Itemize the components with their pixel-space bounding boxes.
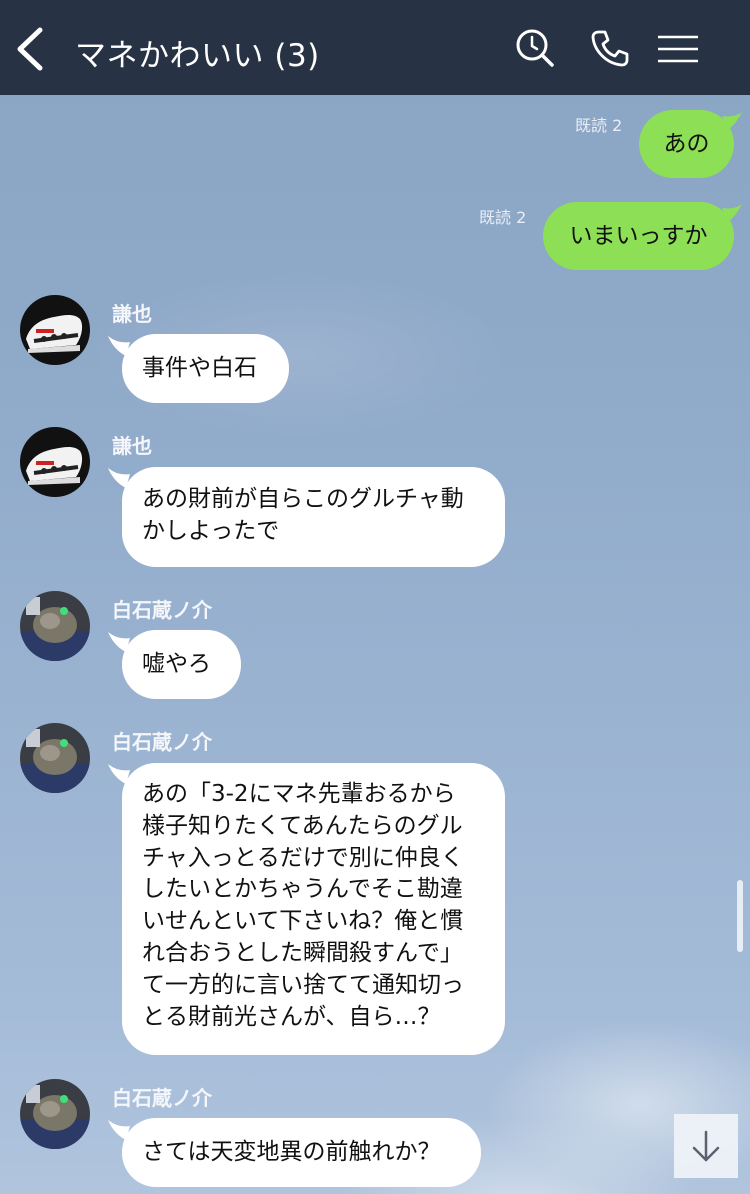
chat-title: マネかわいい (3): [75, 38, 320, 74]
search-button[interactable]: [515, 28, 555, 68]
message-line: かしよったで: [142, 517, 280, 544]
arrow-down-icon: [692, 1130, 720, 1162]
message-line: さては天変地異の前触れか？: [142, 1139, 441, 1165]
menu-icon: [658, 35, 698, 63]
incoming-message[interactable]: 事件や白石: [122, 334, 289, 403]
avatar[interactable]: [20, 295, 90, 365]
message-line: 嘘やろ: [142, 651, 211, 677]
message-line: したいとかちゃうんでそこ勘違: [142, 876, 463, 903]
photo-avatar-image: [20, 723, 90, 793]
bubble-tail: [722, 204, 742, 222]
outgoing-message[interactable]: あの: [639, 110, 734, 178]
sender-name: 白石蔵ノ介: [112, 1086, 212, 1110]
call-button[interactable]: [590, 28, 630, 68]
sender-name: 謙也: [112, 302, 152, 326]
incoming-message[interactable]: さては天変地異の前触れか？: [122, 1118, 481, 1187]
phone-icon: [591, 30, 629, 67]
avatar[interactable]: [20, 591, 90, 661]
sneaker-avatar-image: [20, 295, 90, 365]
chat-header: マネかわいい (3): [0, 0, 750, 95]
message-line: れ合おうとした瞬間殺すんで」: [142, 939, 463, 966]
message-line: チャ入っとるだけで別に仲良く: [142, 844, 464, 871]
avatar[interactable]: [20, 723, 90, 793]
photo-avatar-image: [20, 591, 90, 661]
incoming-message[interactable]: 嘘やろ: [122, 630, 241, 699]
incoming-message[interactable]: あの「3-2にマネ先輩おるから 様子知りたくてあんたらのグル チャ入っとるだけで…: [122, 763, 505, 1055]
message-line: 事件や白石: [142, 355, 257, 381]
photo-avatar-image: [20, 1079, 90, 1149]
menu-button[interactable]: [657, 28, 699, 68]
message-line: あの「3-2にマネ先輩おるから: [142, 781, 456, 807]
chevron-left-icon: [17, 27, 43, 71]
avatar[interactable]: [20, 427, 90, 497]
read-receipt: 既読 2: [479, 208, 527, 227]
message-line: あの財前が自らこのグルチャ動: [142, 486, 464, 512]
incoming-message[interactable]: あの財前が自らこのグルチャ動 かしよったで: [122, 467, 505, 567]
scrollbar[interactable]: [737, 880, 743, 952]
scroll-to-bottom-button[interactable]: [674, 1114, 738, 1178]
sender-name: 白石蔵ノ介: [112, 598, 212, 622]
sender-name: 謙也: [112, 434, 152, 458]
message-line: て一方的に言い捨てて通知切っ: [142, 971, 464, 998]
bubble-tail: [722, 112, 742, 130]
outgoing-message[interactable]: いまいっすか: [543, 202, 734, 270]
avatar[interactable]: [20, 1079, 90, 1149]
sneaker-avatar-image: [20, 427, 90, 497]
message-line: いせんといて下さいね？俺と慣: [142, 908, 464, 935]
back-button[interactable]: [12, 26, 52, 72]
read-receipt: 既読 2: [575, 116, 623, 135]
message-line: とる財前光さんが、自ら…？: [142, 1003, 441, 1030]
sender-name: 白石蔵ノ介: [112, 730, 212, 754]
message-line: 様子知りたくてあんたらのグル: [142, 812, 463, 839]
search-icon: [516, 29, 554, 67]
